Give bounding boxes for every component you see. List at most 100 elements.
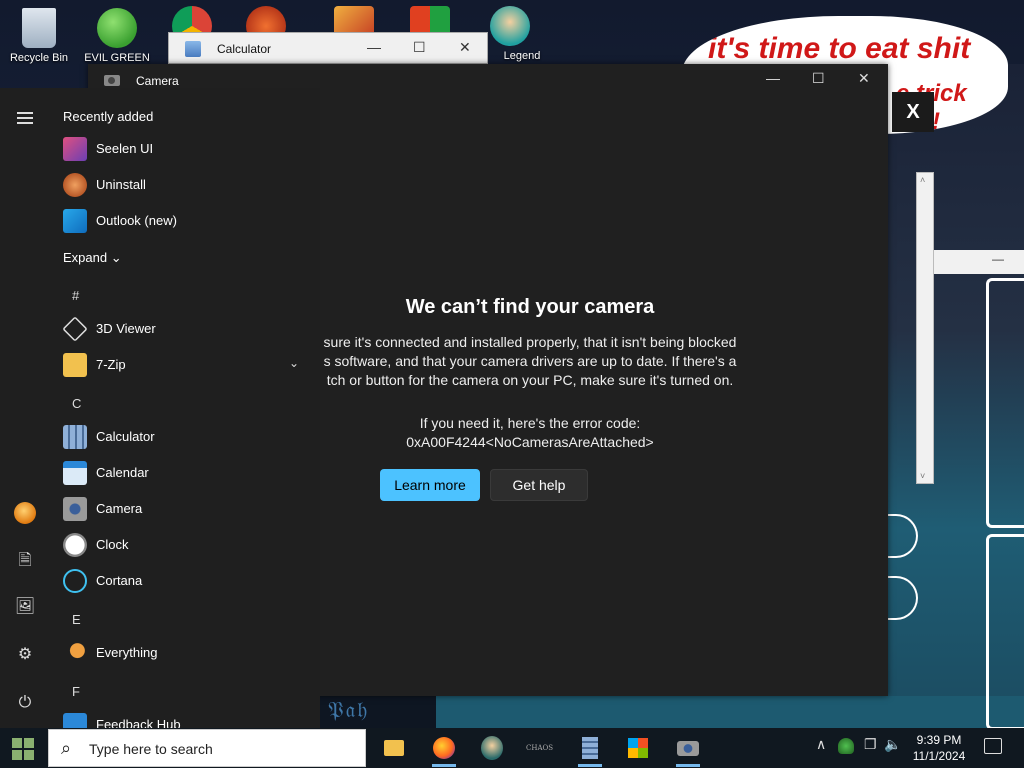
video-frame-bottom — [986, 534, 1024, 730]
learn-more-button[interactable]: Learn more — [380, 469, 480, 501]
search-placeholder: Type here to search — [89, 741, 213, 757]
maximize-button[interactable]: ☐ — [413, 39, 426, 56]
uninstall-icon — [63, 173, 87, 197]
camera-icon — [63, 497, 87, 521]
chevron-down-icon[interactable]: ⌄ — [289, 356, 299, 370]
taskbar-file-explorer[interactable] — [378, 732, 410, 764]
everything-icon — [63, 641, 87, 665]
start-item-everything[interactable]: Everything — [63, 638, 309, 668]
get-help-button[interactable]: Get help — [490, 469, 588, 501]
panel-minimize-icon[interactable]: — — [992, 252, 1004, 266]
window-title: Calculator — [217, 42, 272, 56]
network-icon[interactable]: ❐ — [864, 736, 877, 753]
start-item-7zip[interactable]: 7-Zip ⌄ — [63, 350, 309, 380]
popup-scrollbar[interactable]: ˄ ˅ — [916, 172, 934, 484]
chaos-icon: CHAOS — [526, 744, 554, 752]
app-label: Everything — [96, 645, 158, 660]
taskbar-store[interactable] — [622, 732, 654, 764]
letter-heading-f[interactable]: F — [72, 684, 80, 699]
calculator-window[interactable]: Calculator — ☐ ✕ — [168, 32, 488, 64]
scroll-up-icon[interactable]: ˄ — [920, 175, 925, 185]
letter-heading-hash[interactable]: # — [72, 288, 79, 303]
3d-viewer-icon — [62, 316, 88, 342]
start-rail: 🗎 🖼 ⚙ ⏻ — [0, 88, 50, 728]
start-item-feedback-hub[interactable]: Feedback Hub — [63, 710, 309, 728]
clock-date: 11/1/2024 — [912, 749, 966, 763]
start-item-calculator[interactable]: Calculator — [63, 422, 309, 452]
app-label: Cortana — [96, 573, 143, 588]
documents-icon[interactable]: 🗎 — [14, 550, 36, 572]
taskbar-camera[interactable] — [672, 732, 704, 767]
app-label: 7-Zip — [96, 357, 126, 372]
cortana-icon — [63, 569, 87, 593]
error-message: We can’t find your camera sure it's conn… — [320, 296, 740, 452]
search-box[interactable]: ⌕ Type here to search — [48, 729, 366, 767]
start-item-uninstall[interactable]: Uninstall — [63, 170, 309, 200]
close-button[interactable]: ✕ — [858, 70, 870, 87]
notification-icon[interactable] — [984, 738, 1002, 754]
app-label: Uninstall — [96, 177, 146, 192]
start-item-3d-viewer[interactable]: 3D Viewer — [62, 314, 309, 344]
panel-titlebar: — — [934, 250, 1024, 274]
calendar-icon — [63, 461, 87, 485]
volume-icon[interactable]: 🔈 — [884, 736, 901, 753]
maximize-button[interactable]: ☐ — [812, 70, 825, 87]
error-body: sure it's connected and installed proper… — [323, 334, 737, 388]
running-indicator — [578, 764, 602, 767]
expand-button[interactable]: Expand ⌄ — [63, 250, 122, 266]
error-code: 0xA00F4244<NoCamerasAreAttached> — [406, 434, 654, 450]
scroll-down-icon[interactable]: ˅ — [920, 471, 925, 481]
start-item-cortana[interactable]: Cortana — [63, 566, 309, 596]
chevron-down-icon: ⌄ — [110, 250, 122, 265]
taskbar-game[interactable] — [476, 732, 508, 764]
minimize-button[interactable]: — — [766, 70, 780, 86]
taskbar-chaos[interactable]: CHAOS — [524, 732, 556, 764]
app-label: 3D Viewer — [96, 321, 156, 336]
calculator-icon — [63, 425, 87, 449]
speech-line-1: it's time to eat shit — [708, 32, 971, 65]
file-explorer-icon — [384, 740, 404, 756]
start-item-camera[interactable]: Camera — [63, 494, 309, 524]
app-label: Feedback Hub — [96, 717, 181, 728]
show-hidden-icons-icon[interactable]: ∧ — [816, 736, 826, 753]
power-icon[interactable]: ⏻ — [14, 692, 36, 714]
app-label: Outlook (new) — [96, 213, 177, 228]
desktop-icon-label: Recycle Bin — [9, 52, 69, 64]
taskbar-clock[interactable]: 9:39 PM 11/1/2024 — [908, 732, 970, 764]
recycle-bin-icon — [22, 8, 56, 48]
video-frame-top — [986, 278, 1024, 528]
app-label: Calendar — [96, 465, 149, 480]
start-menu: 🗎 🖼 ⚙ ⏻ Recently added Seelen UI Uninsta… — [0, 88, 320, 728]
legend-icon — [490, 6, 530, 46]
desktop-icon-label: Legend — [503, 50, 541, 62]
game-icon — [481, 736, 503, 760]
pictures-icon[interactable]: 🖼 — [14, 596, 36, 618]
taskbar-calculator[interactable] — [574, 732, 606, 767]
tray-app-icon[interactable] — [838, 738, 854, 754]
minimize-button[interactable]: — — [367, 39, 381, 55]
letter-heading-c[interactable]: C — [72, 396, 81, 411]
close-button[interactable]: ✕ — [459, 39, 471, 56]
start-item-calendar[interactable]: Calendar — [63, 458, 309, 488]
running-indicator — [676, 764, 700, 767]
start-item-outlook[interactable]: Outlook (new) — [63, 206, 309, 236]
camera-icon — [104, 75, 120, 86]
app-label: Calculator — [96, 429, 155, 444]
folder-icon — [63, 353, 87, 377]
start-button[interactable] — [8, 734, 40, 764]
letter-heading-e[interactable]: E — [72, 612, 81, 627]
hamburger-menu-icon[interactable] — [17, 112, 33, 127]
user-avatar[interactable] — [14, 502, 36, 524]
taskbar-firefox[interactable] — [428, 732, 460, 767]
calculator-icon — [185, 41, 201, 57]
window-title: Camera — [136, 74, 179, 88]
camera-icon — [677, 741, 699, 756]
desktop-icon-recycle-bin[interactable]: Recycle Bin — [2, 8, 76, 64]
desktop-icon-evil-green[interactable]: EVIL GREEN — [80, 8, 154, 64]
popup-close-button[interactable]: X — [892, 92, 934, 132]
settings-icon[interactable]: ⚙ — [14, 644, 36, 666]
start-item-seelen-ui[interactable]: Seelen UI — [63, 134, 309, 164]
start-item-clock[interactable]: Clock — [63, 530, 309, 560]
evil-green-icon — [97, 8, 137, 48]
feedback-hub-icon — [63, 713, 87, 728]
